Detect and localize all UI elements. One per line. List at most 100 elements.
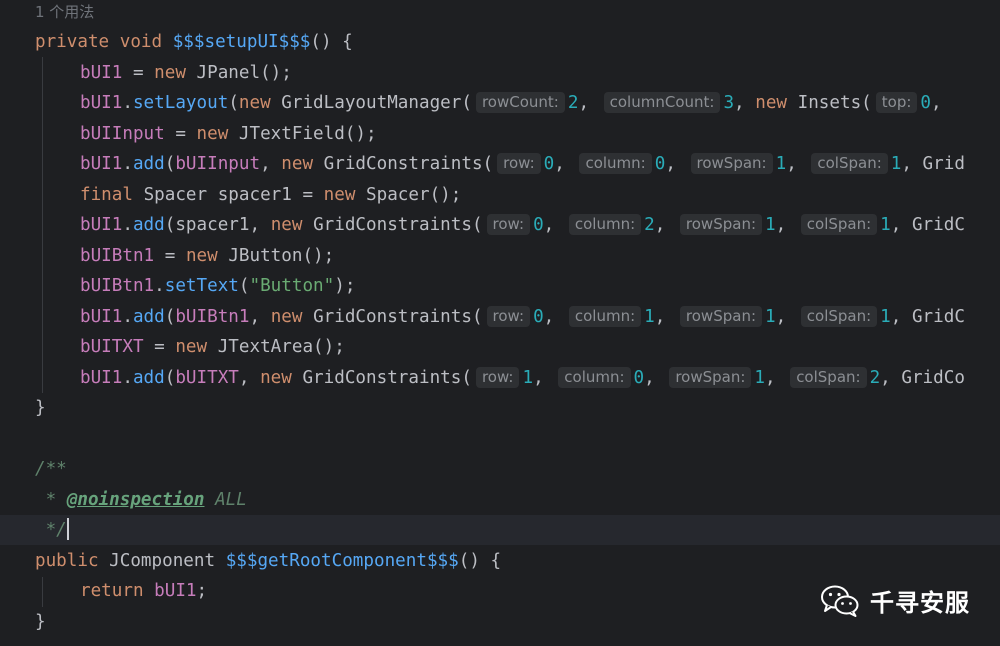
code-line[interactable]: bUI1.add(spacer1, new GridConstraints(ro… <box>0 210 1000 240</box>
parameter-hint[interactable]: rowSpan: <box>669 366 752 388</box>
code-token: , <box>786 154 808 174</box>
code-token: , <box>578 93 600 113</box>
number-literal: 1 <box>754 367 765 388</box>
parameter-hint[interactable]: row: <box>497 153 541 174</box>
watermark: 千寻安服 <box>820 583 970 618</box>
code-line-text: bUIInput = new JTextField(); <box>80 119 377 149</box>
code-token: , <box>554 154 576 174</box>
parameter-hint[interactable]: colSpan: <box>800 305 878 327</box>
field-name: bUI1 <box>80 62 123 83</box>
code-token: Spacer(); <box>366 184 462 205</box>
keyword: return <box>80 581 155 601</box>
code-token: , <box>775 215 797 235</box>
code-token: . <box>122 306 133 327</box>
code-token: GridConstraints( <box>313 306 483 327</box>
usage-hint[interactable]: 1 个用法 <box>35 0 94 24</box>
code-line[interactable]: final Spacer spacer1 = new Spacer(); <box>0 180 1000 210</box>
code-token: , GridC <box>890 306 965 327</box>
parameter-hint[interactable]: rowSpan: <box>679 214 762 235</box>
code-token: ( <box>238 276 250 296</box>
code-line[interactable]: bUIBtn1 = new JButton(); <box>0 241 1000 271</box>
parameter-hint[interactable]: column: <box>579 153 652 174</box>
code-line[interactable]: bUI1 = new JPanel(); <box>0 58 1000 88</box>
code-line[interactable]: bUI1.setLayout(new GridLayoutManager(row… <box>0 88 1000 118</box>
code-line[interactable]: /** <box>0 454 1000 484</box>
code-token: . <box>122 93 133 113</box>
code-token: ( <box>164 306 176 327</box>
keyword: new <box>270 306 314 327</box>
number-literal: 0 <box>543 154 555 174</box>
field-name: bUI1 <box>80 154 123 174</box>
code-token: () { <box>458 550 502 571</box>
code-token: , <box>249 306 271 327</box>
code-token: , Grid <box>901 154 965 174</box>
parameter-hint[interactable]: colSpan: <box>800 214 878 235</box>
keyword: public <box>35 550 110 571</box>
parameter-hint[interactable]: row: <box>486 214 531 235</box>
number-literal: 0 <box>533 306 544 327</box>
code-token: JPanel(); <box>196 62 292 83</box>
keyword: new <box>281 154 324 174</box>
field-name: bUI1 <box>154 581 197 601</box>
code-token: (spacer1, <box>164 215 271 235</box>
code-token: . <box>122 154 133 174</box>
code-line[interactable]: bUI1.add(bUIInput, new GridConstraints(r… <box>0 149 1000 179</box>
code-line-text: * @noinspection ALL <box>35 485 247 515</box>
code-token: } <box>35 611 46 632</box>
code-line[interactable]: bUITXT = new JTextArea(); <box>0 332 1000 362</box>
code-line[interactable]: private void $$$setupUI$$$() { <box>0 27 1000 57</box>
keyword: new <box>154 62 197 83</box>
code-token: ( <box>164 154 176 174</box>
keyword: new <box>196 123 239 144</box>
comment-text: /** <box>35 459 67 479</box>
code-line[interactable]: bUIBtn1.setText("Button"); <box>0 271 1000 301</box>
code-editor[interactable]: 1 个用法 private void $$$setupUI$$$() {bUI1… <box>0 0 1000 646</box>
parameter-hint[interactable]: colSpan: <box>790 366 867 388</box>
number-literal: 1 <box>765 306 776 327</box>
number-literal: 2 <box>644 215 655 235</box>
code-line[interactable]: public JComponent $$$getRootComponent$$$… <box>0 546 1000 576</box>
number-literal: 0 <box>533 215 544 235</box>
parameter-hint[interactable]: column: <box>558 366 631 388</box>
code-line[interactable] <box>0 424 1000 454</box>
code-token: Spacer spacer1 = <box>143 184 324 205</box>
number-literal: 1 <box>522 367 534 388</box>
parameter-hint[interactable]: colSpan: <box>811 153 888 174</box>
code-token: , GridCo <box>880 367 965 388</box>
method-call: add <box>132 367 165 388</box>
code-line[interactable]: } <box>0 393 1000 423</box>
parameter-hint[interactable]: column: <box>568 214 642 235</box>
keyword: new <box>323 184 367 205</box>
field-name: bUIBtn1 <box>80 276 155 296</box>
field-name: bUIBtn1 <box>175 306 250 327</box>
number-literal: 3 <box>723 93 735 113</box>
code-token: , <box>654 306 676 327</box>
parameter-hint[interactable]: rowSpan: <box>690 153 773 174</box>
field-name: bUI1 <box>80 306 123 327</box>
parameter-hint[interactable]: column: <box>568 305 642 327</box>
field-name: bUI1 <box>80 93 123 113</box>
text-caret <box>66 518 69 540</box>
parameter-hint[interactable]: rowSpan: <box>679 305 762 327</box>
code-line-text: bUIBtn1 = new JButton(); <box>80 241 334 271</box>
parameter-hint[interactable]: top: <box>875 92 918 113</box>
code-token: , <box>734 93 756 113</box>
keyword: private void <box>35 32 173 52</box>
code-line-text: private void $$$setupUI$$$() { <box>35 27 353 57</box>
code-line[interactable]: */ <box>0 515 1000 545</box>
code-line[interactable]: bUI1.add(bUIBtn1, new GridConstraints(ro… <box>0 302 1000 332</box>
code-line[interactable]: bUI1.add(bUITXT, new GridConstraints(row… <box>0 363 1000 393</box>
parameter-hint[interactable]: columnCount: <box>603 92 721 113</box>
code-token: , <box>543 306 565 327</box>
parameter-hint[interactable]: row: <box>475 366 520 388</box>
code-line[interactable]: * @noinspection ALL <box>0 485 1000 515</box>
code-line-text: } <box>35 393 46 423</box>
parameter-hint[interactable]: row: <box>486 305 531 327</box>
parameter-hint[interactable]: rowCount: <box>475 92 565 113</box>
keyword: new <box>175 337 218 357</box>
code-token: GridConstraints( <box>302 367 472 388</box>
code-line-text: */ <box>35 515 69 545</box>
field-name: bUITXT <box>80 337 144 357</box>
code-token: } <box>35 398 46 418</box>
code-line[interactable]: bUIInput = new JTextField(); <box>0 119 1000 149</box>
